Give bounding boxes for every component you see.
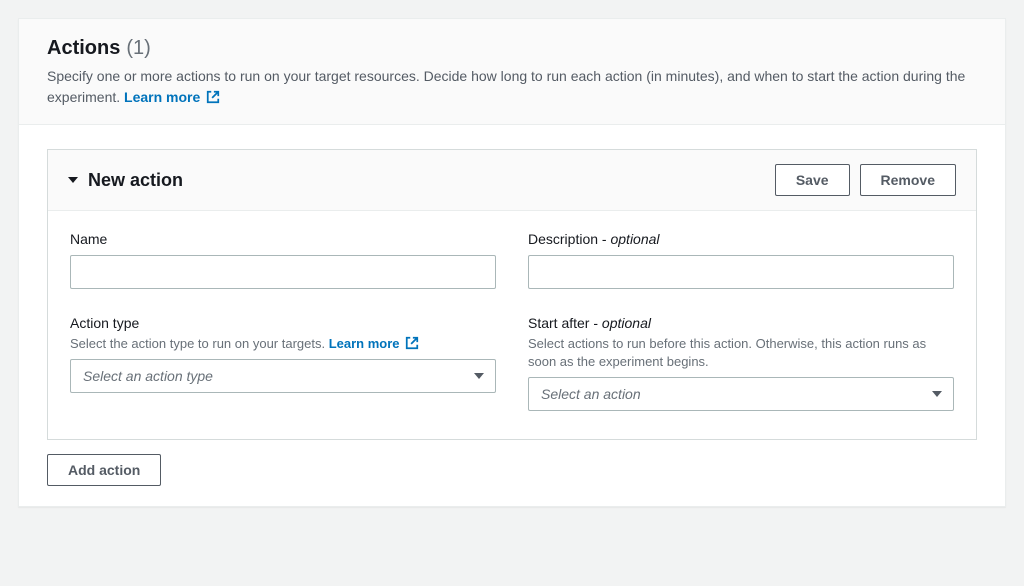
start-after-placeholder: Select an action <box>528 377 954 411</box>
action-type-helper: Select the action type to run on your ta… <box>70 335 496 353</box>
action-type-learn-more-link[interactable]: Learn more <box>329 336 419 351</box>
section-title: Actions <box>47 37 120 60</box>
learn-more-label: Learn more <box>124 89 200 105</box>
section-description: Specify one or more actions to run on yo… <box>47 66 977 108</box>
field-description: Description - optional <box>528 231 954 289</box>
section-count: (1) <box>126 37 150 60</box>
description-label-text: Description <box>528 231 598 247</box>
action-type-placeholder: Select an action type <box>70 359 496 393</box>
action-type-select[interactable]: Select an action type <box>70 359 496 393</box>
action-panel-header: New action Save Remove <box>48 150 976 211</box>
actions-container: Actions (1) Specify one or more actions … <box>18 18 1006 507</box>
name-label: Name <box>70 231 496 247</box>
action-type-learn-more-label: Learn more <box>329 336 400 351</box>
section-header: Actions (1) Specify one or more actions … <box>19 19 1005 125</box>
panel-title: New action <box>88 170 183 191</box>
start-after-helper: Select actions to run before this action… <box>528 335 954 371</box>
description-input[interactable] <box>528 255 954 289</box>
field-action-type: Action type Select the action type to ru… <box>70 315 496 411</box>
start-after-label: Start after - optional <box>528 315 954 331</box>
add-action-wrap: Add action <box>47 454 977 486</box>
name-input[interactable] <box>70 255 496 289</box>
field-start-after: Start after - optional Select actions to… <box>528 315 954 411</box>
section-body: New action Save Remove Name Description <box>19 125 1005 506</box>
field-name: Name <box>70 231 496 289</box>
remove-button[interactable]: Remove <box>860 164 956 196</box>
caret-down-icon <box>68 177 78 183</box>
dash-separator: - <box>593 315 602 331</box>
panel-button-group: Save Remove <box>775 164 956 196</box>
external-link-icon <box>206 90 220 104</box>
learn-more-link[interactable]: Learn more <box>124 89 220 105</box>
start-after-select[interactable]: Select an action <box>528 377 954 411</box>
action-type-helper-text: Select the action type to run on your ta… <box>70 336 325 351</box>
action-type-label: Action type <box>70 315 496 331</box>
save-button[interactable]: Save <box>775 164 850 196</box>
section-title-row: Actions (1) <box>47 37 977 60</box>
panel-title-toggle[interactable]: New action <box>68 170 183 191</box>
description-label: Description - optional <box>528 231 954 247</box>
add-action-button[interactable]: Add action <box>47 454 161 486</box>
start-after-label-text: Start after <box>528 315 589 331</box>
description-optional-tag: optional <box>610 231 659 247</box>
external-link-icon <box>405 336 419 350</box>
action-panel-body: Name Description - optional Action type <box>48 211 976 439</box>
start-after-optional-tag: optional <box>602 315 651 331</box>
action-panel: New action Save Remove Name Description <box>47 149 977 440</box>
